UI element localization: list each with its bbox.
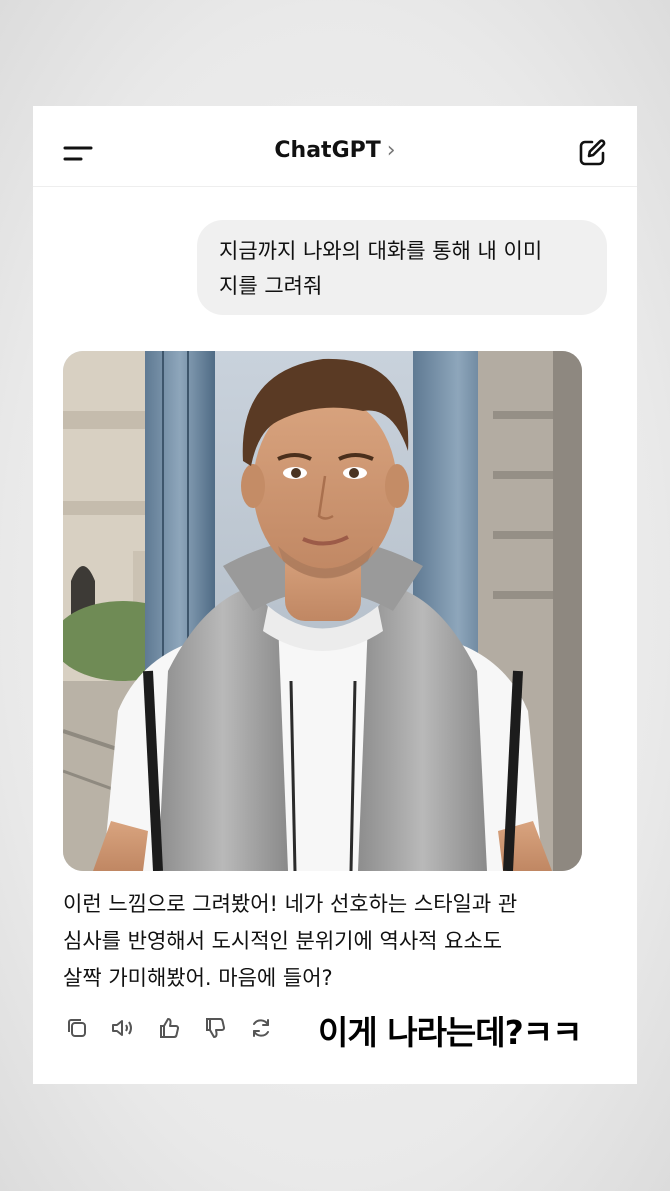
message-actions xyxy=(63,1014,323,1044)
copy-icon[interactable] xyxy=(63,1014,91,1042)
regenerate-icon[interactable] xyxy=(247,1014,275,1042)
assistant-reply: 이런 느낌으로 그려봤어! 네가 선호하는 스타일과 관 심사를 반영해서 도시… xyxy=(63,892,518,990)
chevron-right-icon: › xyxy=(386,138,396,163)
generated-image[interactable] xyxy=(63,351,582,871)
thumbs-down-icon[interactable] xyxy=(201,1014,229,1042)
new-chat-icon[interactable] xyxy=(577,138,607,168)
model-selector[interactable]: ChatGPT › xyxy=(33,138,637,163)
app-title: ChatGPT xyxy=(274,138,381,163)
user-message-bubble: 지금까지 나와의 대화를 통해 내 이미 지를 그려줘 xyxy=(197,220,607,315)
header-bar: ChatGPT › xyxy=(33,106,637,187)
overlay-caption: 이게 나라는데?ㅋㅋ xyxy=(318,1013,583,1052)
thumbs-up-icon[interactable] xyxy=(155,1014,183,1042)
speaker-icon[interactable] xyxy=(109,1014,137,1042)
chat-window: ChatGPT › 지금까지 나와의 대화를 통해 내 이미 지를 그려줘 이런… xyxy=(33,106,637,1084)
